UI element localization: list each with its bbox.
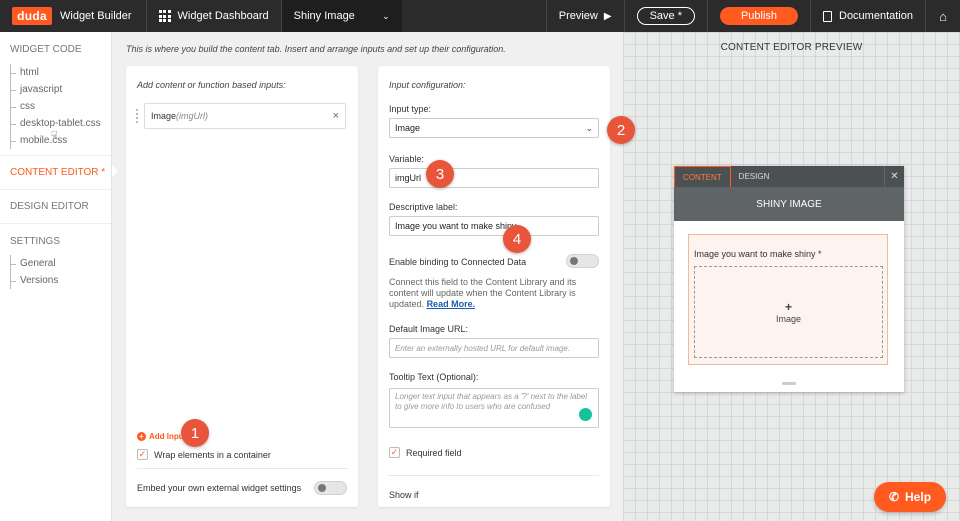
add-input-button[interactable]: + Add Input — [137, 432, 186, 441]
tab-design[interactable]: DESIGN — [731, 166, 778, 187]
widget-name: Shiny Image — [293, 10, 355, 22]
embed-toggle[interactable] — [314, 481, 347, 495]
default-url-label: Default Image URL: — [389, 324, 469, 334]
wrap-label: Wrap elements in a container — [154, 449, 271, 460]
tab-content[interactable]: CONTENT — [674, 166, 731, 187]
binding-help: Connect this field to the Content Librar… — [389, 277, 577, 309]
descriptive-label-input[interactable]: Image you want to make shiny — [389, 216, 599, 236]
embed-label: Embed your own external widget settings — [137, 483, 302, 493]
home-icon: ⌂ — [939, 8, 947, 24]
preview-widget-title: SHINY IMAGE — [674, 187, 904, 221]
embed-option: Embed your own external widget settings — [137, 483, 301, 493]
sidebar-settings[interactable]: SETTINGS — [0, 224, 111, 258]
annotation-badge-1: 1 — [181, 419, 209, 447]
content-tab-description: This is where you build the content tab.… — [126, 44, 506, 54]
input-config-panel: Input configuration: Input type: Image ⌄… — [378, 66, 610, 507]
preview-label: Preview — [558, 10, 598, 22]
binding-label: Enable binding to Connected Data — [389, 257, 527, 267]
plus-icon: + — [137, 432, 146, 441]
documentation-button[interactable]: Documentation — [811, 0, 925, 32]
play-icon: ▶ — [603, 10, 612, 22]
wrap-checkbox[interactable]: ✓ — [137, 449, 148, 460]
settings-list: General Versions — [0, 255, 111, 295]
grammarly-icon[interactable] — [579, 408, 592, 421]
chevron-down-icon: ⌄ — [382, 10, 390, 21]
settings-versions[interactable]: Versions — [0, 272, 111, 289]
input-item-image[interactable]: Image (imgUrl) × — [144, 103, 346, 129]
input-type-value: Image — [395, 123, 421, 133]
input-item-variable: (imgUrl) — [176, 111, 209, 121]
show-if-label[interactable]: Show if — [389, 490, 419, 500]
annotation-badge-4: 4 — [503, 225, 531, 253]
read-more-link[interactable]: Read More. — [427, 299, 476, 309]
binding-toggle[interactable] — [566, 254, 599, 268]
widget-dashboard-button[interactable]: Widget Dashboard — [147, 0, 281, 32]
inputs-panel-title: Add content or function based inputs: — [137, 80, 286, 90]
chevron-down-icon: ⌄ — [585, 122, 593, 133]
wrap-container-option: ✓ Wrap elements in a container — [137, 449, 271, 460]
sidebar-design-editor[interactable]: DESIGN EDITOR — [0, 190, 111, 224]
help-label: Help — [905, 490, 932, 504]
divider — [137, 468, 347, 469]
annotation-badge-3: 3 — [426, 160, 454, 188]
descriptive-label: Descriptive label: — [389, 202, 458, 212]
input-type-select[interactable]: Image ⌄ — [389, 118, 599, 138]
sidebar-widget-code[interactable]: WIDGET CODE — [0, 32, 111, 66]
preview-button[interactable]: Preview ▶ — [547, 0, 624, 32]
settings-general[interactable]: General — [0, 255, 111, 272]
top-bar: duda Widget Builder Widget Dashboard Shi… — [0, 0, 960, 32]
duda-logo[interactable]: duda — [12, 7, 52, 25]
variable-label: Variable: — [389, 154, 424, 164]
binding-help-text: Connect this field to the Content Librar… — [389, 277, 589, 310]
code-file-list: html javascript css desktop-tablet.css m… — [0, 64, 111, 156]
preview-field-label: Image you want to make shiny * — [694, 249, 822, 259]
close-icon[interactable]: × — [333, 110, 339, 122]
default-url-input[interactable]: Enter an externally hosted URL for defau… — [389, 338, 599, 358]
app-title: Widget Builder — [60, 10, 132, 22]
left-sidebar: WIDGET CODE html javascript css desktop-… — [0, 32, 112, 521]
tooltip-textarea[interactable]: Longer text input that appears as a '?' … — [389, 388, 599, 428]
publish-button[interactable]: Publish — [720, 7, 798, 25]
preview-image-field: Image you want to make shiny * + Image — [688, 234, 888, 365]
pointer-cursor-icon: ☟ — [51, 130, 58, 142]
preview-title: CONTENT EDITOR PREVIEW — [720, 42, 863, 53]
preview-widget-card: CONTENT DESIGN ✕ SHINY IMAGE Image you w… — [674, 166, 904, 392]
sidebar-content-editor[interactable]: CONTENT EDITOR * — [0, 156, 111, 190]
code-file-css[interactable]: css — [0, 98, 111, 115]
help-button[interactable]: ✆ Help — [874, 482, 946, 512]
plus-icon: + — [784, 300, 792, 314]
input-item-name: Image — [151, 111, 177, 121]
save-button[interactable]: Save * — [636, 7, 695, 25]
tooltip-placeholder: Longer text input that appears as a '?' … — [395, 392, 588, 411]
annotation-badge-2: 2 — [607, 116, 635, 144]
image-drop-zone[interactable]: + Image — [694, 266, 883, 358]
input-config-title: Input configuration: — [389, 80, 466, 90]
drag-handle-icon[interactable] — [136, 109, 139, 123]
variable-input[interactable]: imgUrl — [389, 168, 599, 188]
divider — [389, 475, 599, 476]
required-checkbox[interactable]: ✓ — [389, 447, 400, 458]
divider — [707, 0, 708, 32]
inputs-panel: Add content or function based inputs: Im… — [126, 66, 358, 507]
resize-handle[interactable] — [782, 382, 796, 385]
documentation-label: Documentation — [839, 10, 913, 22]
preview-tabs: CONTENT DESIGN ✕ — [674, 166, 904, 187]
code-file-html[interactable]: html — [0, 64, 111, 81]
document-icon — [823, 10, 832, 22]
widget-select-dropdown[interactable]: Shiny Image ⌄ — [281, 0, 402, 32]
drop-zone-label: Image — [775, 314, 801, 324]
home-button[interactable]: ⌂ — [926, 0, 960, 32]
required-option: ✓ Required field — [389, 447, 462, 458]
grid-icon — [158, 10, 171, 22]
phone-icon: ✆ — [888, 490, 900, 504]
widget-dashboard-label: Widget Dashboard — [177, 10, 269, 22]
input-type-label: Input type: — [389, 104, 432, 114]
required-label: Required field — [406, 447, 462, 458]
code-file-javascript[interactable]: javascript — [0, 81, 111, 98]
divider — [623, 0, 625, 32]
tooltip-label: Tooltip Text (Optional): — [389, 372, 479, 382]
close-icon[interactable]: ✕ — [884, 166, 904, 187]
active-indicator — [112, 165, 118, 177]
